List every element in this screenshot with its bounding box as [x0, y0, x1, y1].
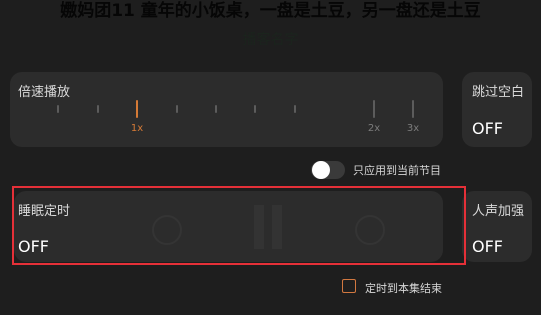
speed-tick-label: 2x: [367, 123, 381, 134]
apply-current-toggle[interactable]: [311, 161, 345, 179]
sleep-timer-value: OFF: [18, 237, 49, 256]
sleep-timer-card[interactable]: 睡眠定时 OFF: [14, 191, 443, 262]
speed-tick[interactable]: [97, 105, 99, 113]
voice-boost-value: OFF: [472, 237, 503, 256]
end-of-episode-checkbox[interactable]: [342, 279, 356, 293]
skip-silence-value: OFF: [472, 119, 503, 138]
speed-slider[interactable]: 1x 2x 3x: [10, 92, 443, 142]
speed-card: 倍速播放 1x 2x 3x: [10, 72, 443, 147]
speed-tick[interactable]: [215, 105, 217, 113]
skip-silence-card[interactable]: 跳过空白 OFF: [462, 72, 532, 147]
rewind-15-icon: [152, 215, 182, 245]
speed-tick[interactable]: [176, 105, 178, 113]
toggle-knob: [312, 161, 330, 179]
speed-tick[interactable]: [412, 100, 414, 118]
episode-title-background: 嫐妈团11 童年的小饭桌，一盘是土豆，另一盘还是土豆: [60, 1, 481, 21]
speed-tick[interactable]: [57, 105, 59, 113]
speed-tick[interactable]: [254, 105, 256, 113]
end-of-episode-label: 定时到本集结束: [365, 282, 442, 295]
speed-tick[interactable]: [373, 100, 375, 118]
pause-icon: [254, 205, 288, 249]
skip-silence-title: 跳过空白: [472, 85, 525, 100]
speed-tick[interactable]: [294, 105, 296, 113]
forward-30-icon: [355, 215, 385, 245]
speed-tick-label: 3x: [406, 123, 420, 134]
speed-tick-label: 1x: [130, 123, 144, 134]
sleep-timer-title: 睡眠定时: [18, 204, 71, 219]
speed-tick[interactable]: [136, 100, 138, 118]
podcast-name-background: 播客名字: [242, 32, 299, 48]
voice-boost-card[interactable]: 人声加强 OFF: [462, 191, 532, 262]
apply-current-label: 只应用到当前节目: [353, 164, 441, 177]
voice-boost-title: 人声加强: [472, 204, 525, 219]
